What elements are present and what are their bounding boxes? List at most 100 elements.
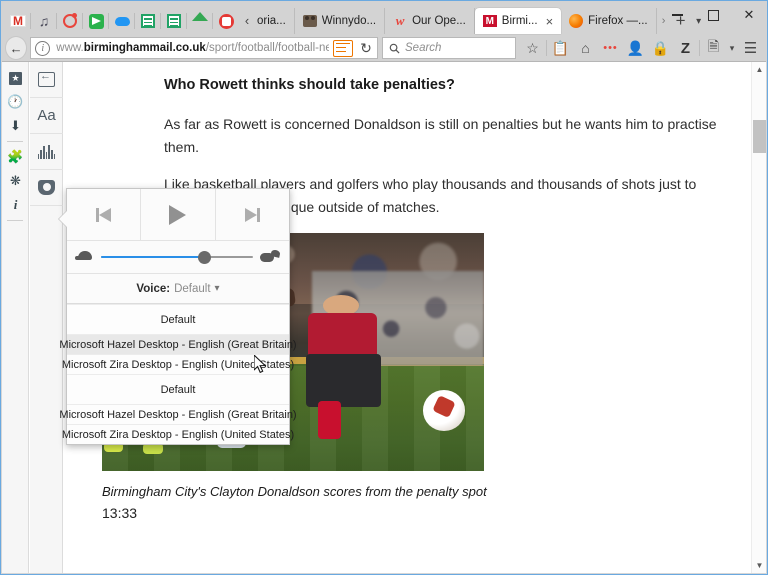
history-clock-icon[interactable]: 🕐	[2, 90, 29, 114]
home-icon[interactable]: ⌂	[573, 36, 598, 60]
gmail-icon[interactable]	[5, 8, 31, 34]
sidebar-icon-column: ★ 🕐 ⬇ 🧩 ❋ i	[2, 62, 29, 573]
search-icon	[389, 43, 400, 54]
tab-label: Winnydo...	[321, 15, 377, 27]
sidebar-divider	[7, 141, 23, 142]
url-path: /sport/football/football-news/bi	[205, 42, 329, 54]
spreadsheet-alt-icon[interactable]	[160, 8, 187, 34]
type-controls-icon[interactable]: Aa	[30, 98, 63, 134]
voice-option[interactable]: Microsoft Hazel Desktop - English (Great…	[59, 404, 297, 424]
turtle-icon	[75, 250, 95, 264]
tab-our-open[interactable]: w Our Ope...	[385, 8, 475, 34]
vertical-scrollbar[interactable]: ▲ ▼	[751, 62, 766, 573]
mouse-cursor	[253, 353, 267, 379]
tab-scroll-left-button[interactable]: ‹	[239, 7, 255, 34]
tab-firefox[interactable]: Firefox —...	[561, 8, 657, 34]
google-drive-icon[interactable]	[186, 8, 213, 34]
tab-label: oria...	[257, 15, 286, 27]
url-text: www.birminghammail.co.uk/sport/football/…	[50, 42, 329, 54]
pocket-dots-icon[interactable]: •••	[598, 36, 623, 60]
scrollbar-thumb[interactable]	[753, 120, 766, 153]
article-paragraph: As far as Rowett is concerned Donaldson …	[164, 116, 717, 155]
slider-thumb[interactable]	[198, 250, 212, 264]
slider-fill	[101, 255, 205, 259]
minimize-button[interactable]	[659, 1, 695, 29]
chevron-down-icon[interactable]: ▾	[215, 283, 220, 294]
narrate-controls	[67, 189, 289, 241]
tab-winnydo[interactable]: Winnydo...	[294, 8, 386, 34]
sidebar-divider	[7, 220, 23, 221]
narrate-speed-row	[67, 241, 289, 274]
skip-forward-icon[interactable]	[216, 189, 289, 240]
speed-slider[interactable]	[101, 250, 253, 264]
close-button[interactable]: ✕	[731, 1, 767, 29]
title-bar: ♫ ‹ oria... Winnydo... w Our Ope... M	[1, 1, 767, 34]
heart-badge-icon[interactable]	[212, 8, 239, 34]
search-bar[interactable]: Search	[382, 37, 516, 59]
tab-label: Birmi...	[501, 15, 538, 27]
back-button[interactable]: ←	[5, 36, 28, 60]
reader-page-icon[interactable]: 🗎	[701, 36, 726, 60]
voice-label: Voice:	[136, 282, 171, 295]
close-icon[interactable]: ×	[546, 15, 554, 28]
content-area: ★ 🕐 ⬇ 🧩 ❋ i Aa Who Rowett th	[2, 62, 766, 573]
lock-icon[interactable]: 🔒	[648, 36, 673, 60]
tab-strip: ♫ ‹ oria... Winnydo... w Our Ope... M	[5, 7, 707, 34]
bookmark-star-icon[interactable]: ☆	[520, 36, 545, 60]
url-prefix: www.	[56, 42, 84, 54]
wordpress-icon: w	[395, 13, 405, 28]
reader-mode-icon[interactable]	[333, 39, 353, 57]
voice-option[interactable]: Microsoft Zira Desktop - English (United…	[62, 424, 294, 444]
voice-selector[interactable]: Voice: Default ▾	[67, 274, 289, 304]
browser-window: ♫ ‹ oria... Winnydo... w Our Ope... M	[0, 0, 768, 575]
photo-teammate	[305, 294, 382, 443]
site-info-icon[interactable]: i	[35, 40, 51, 56]
pocket-save-icon[interactable]	[30, 170, 63, 206]
skip-back-icon[interactable]	[67, 189, 142, 240]
window-controls: ✕	[659, 1, 767, 29]
cloud-icon[interactable]	[108, 8, 135, 34]
toolbar-divider	[546, 40, 547, 56]
tab-label: Firefox —...	[588, 15, 648, 27]
ring-record-icon[interactable]	[56, 8, 83, 34]
maximize-button[interactable]	[695, 1, 731, 29]
narrate-popup: Voice: Default ▾ Default Microsoft Hazel …	[59, 188, 297, 445]
close-reader-icon[interactable]	[30, 62, 63, 98]
navigation-toolbar: ← i www.birminghammail.co.uk/sport/footb…	[1, 34, 767, 62]
scroll-up-button[interactable]: ▲	[752, 62, 766, 77]
addons-puzzle-icon[interactable]: 🧩	[2, 145, 29, 169]
reader-tools-column: Aa	[30, 62, 63, 573]
toolbar-icons: ☆ 📋 ⌂ ••• 👤 🔒 Z 🗎 ▾ ☰	[520, 36, 763, 60]
narrate-icon[interactable]	[30, 134, 63, 170]
tab-label: Our Ope...	[412, 15, 466, 27]
url-bar[interactable]: i www.birminghammail.co.uk/sport/footbal…	[30, 37, 378, 59]
page-info-icon[interactable]: i	[2, 193, 29, 217]
reload-icon[interactable]: ↻	[357, 39, 375, 57]
rabbit-icon	[259, 250, 281, 264]
zotero-icon[interactable]: Z	[673, 36, 698, 60]
page-title: Who Rowett thinks should take penalties?	[164, 77, 455, 93]
library-icon[interactable]: 📋	[548, 36, 573, 60]
hamburger-menu-icon[interactable]: ☰	[738, 36, 763, 60]
spreadsheet-icon[interactable]	[134, 8, 161, 34]
star-box-icon[interactable]: ★	[2, 66, 29, 90]
music-note-icon[interactable]: ♫	[30, 8, 57, 34]
voice-option[interactable]: Microsoft Hazel Desktop - English (Great…	[59, 334, 297, 354]
toolbar-divider	[699, 40, 700, 56]
tab-birmingham-mail[interactable]: M Birmi... ×	[474, 8, 562, 34]
firefox-icon	[569, 14, 584, 28]
play-icon[interactable]	[141, 189, 216, 240]
voice-option[interactable]: Default	[67, 304, 289, 334]
feedly-icon[interactable]	[82, 8, 109, 34]
user-account-icon[interactable]: 👤	[623, 36, 648, 60]
photo-football	[422, 390, 465, 431]
article-timestamp: 13:33	[102, 505, 138, 521]
dropdown-caret-icon[interactable]: ▾	[726, 36, 738, 60]
scroll-down-button[interactable]: ▼	[752, 558, 766, 573]
tab-victoria[interactable]: oria...	[255, 8, 295, 34]
mirror-icon: M	[482, 14, 497, 28]
downloads-arrow-icon[interactable]: ⬇	[2, 114, 29, 138]
photo-caption: Birmingham City's Clayton Donaldson scor…	[102, 484, 487, 499]
sync-asterisk-icon[interactable]: ❋	[2, 169, 29, 193]
voice-value: Default	[174, 282, 211, 295]
